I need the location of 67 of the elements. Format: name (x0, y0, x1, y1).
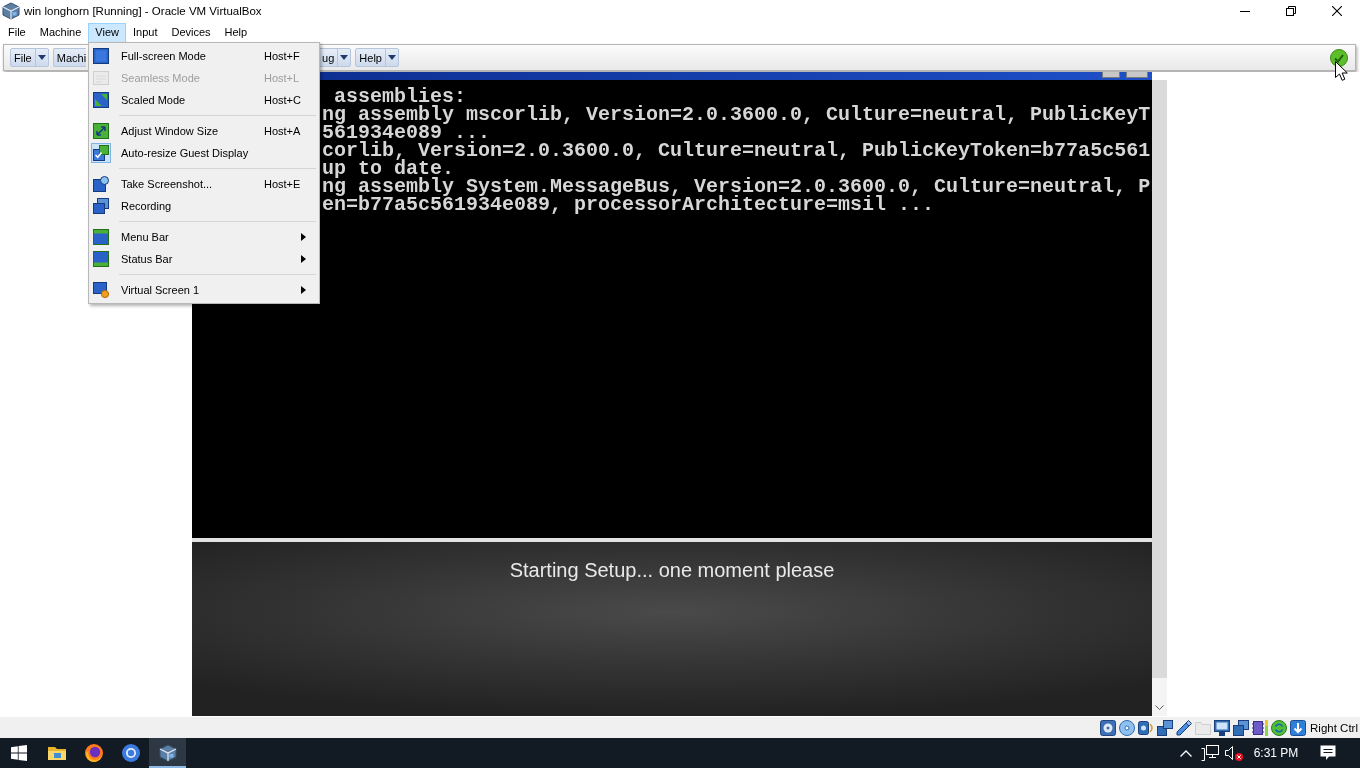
network-icon[interactable] (1157, 719, 1174, 736)
monitor-icon[interactable] (1214, 719, 1231, 736)
menu-item[interactable]: Virtual Screen 1 (89, 279, 319, 301)
muted-speaker-icon[interactable] (1225, 745, 1243, 761)
check-icon[interactable] (1330, 48, 1348, 67)
console-line: up to date. (322, 160, 455, 178)
circular-arrows-icon[interactable] (1271, 719, 1288, 736)
menu-item[interactable]: Auto-resize Guest Display (89, 142, 319, 164)
scroll-down-icon[interactable] (1155, 705, 1164, 710)
console-window-button[interactable] (1126, 72, 1148, 78)
console-line: ng assembly mscorlib, Version=2.0.3600.0, Culture=neutral, PublicKeyT (322, 106, 1151, 124)
console-line: assemblies: (333, 88, 467, 106)
cube-icon (158, 744, 177, 762)
console-line: 561934e089 ... (322, 124, 491, 142)
menu-item[interactable]: Full-screen Mode Host+F (89, 45, 319, 67)
submenu-arrow-icon (301, 255, 306, 263)
toolbar-menu-button[interactable]: ug (318, 48, 352, 67)
caret-icon (340, 55, 349, 60)
close-icon (1332, 6, 1342, 16)
submenu-arrow-icon (301, 233, 306, 241)
minimize-icon (1240, 10, 1250, 12)
stacked-windows-icon[interactable] (1233, 719, 1250, 736)
top-menu-title[interactable]: Help (217, 22, 255, 43)
top-menu-title[interactable]: Input (125, 22, 165, 43)
console-line: en=b77a5c561934e089, processorArchitecture=msil ... (322, 196, 935, 214)
window-title: win longhorn [Running] - Oracle VM VirtualBox (24, 5, 262, 17)
menu-item[interactable]: Scaled Mode Host+C (89, 89, 319, 111)
toolbar-menu-button[interactable]: File (10, 48, 49, 67)
speaker-icon[interactable] (1138, 719, 1155, 736)
caret-icon (37, 55, 46, 60)
toolbar-menu-button[interactable]: Machi (52, 48, 87, 67)
clock-time[interactable]: 6:31 PM (1246, 746, 1306, 760)
chip-icon[interactable] (1252, 719, 1269, 736)
menu-item[interactable]: Take Screenshot... Host+E (89, 173, 319, 195)
setup-message: Starting Setup... one moment please (509, 558, 835, 582)
shortcut-label: Host+L (263, 72, 300, 84)
cube-icon (2, 2, 20, 20)
windows-icon (11, 745, 27, 761)
console-window-button[interactable] (1102, 72, 1120, 78)
shortcut-label: Host+E (263, 178, 301, 190)
shortcut-label: Host+A (263, 125, 301, 137)
folder-icon (47, 745, 66, 761)
menu-item[interactable]: Adjust Window Size Host+A (89, 120, 319, 142)
top-menu-title[interactable]: Machine (32, 22, 89, 43)
shortcut-label: Host+C (263, 94, 301, 106)
console-line: ng assembly System.MessageBus, Version=2.0.3600.0, Culture=neutral, P (322, 178, 1151, 196)
menu-item[interactable]: Menu Bar (89, 226, 319, 248)
host-key-label: Right Ctrl (1310, 721, 1358, 734)
top-menu-title[interactable]: View (88, 22, 126, 43)
notification-icon[interactable] (1320, 745, 1336, 761)
pen-icon[interactable] (1176, 719, 1193, 736)
submenu-arrow-icon (301, 286, 306, 294)
network-icon[interactable] (1201, 745, 1219, 761)
console-line: corlib, Version=2.0.3600.0, Culture=neutral, PublicKeyToken=b77a5c561 (322, 142, 1151, 160)
restore-icon (1286, 6, 1296, 16)
menu-item[interactable]: Status Bar (89, 248, 319, 270)
menu-item[interactable]: Recording (89, 195, 319, 217)
taskbar-button[interactable] (149, 738, 186, 768)
top-menu-title[interactable]: File (1, 22, 33, 43)
caret-icon (387, 55, 396, 60)
shortcut-label: Host+F (263, 50, 300, 62)
toolbar-menu-button[interactable]: Help (355, 48, 399, 67)
chevron-up-icon[interactable] (1180, 749, 1192, 757)
disc-icon[interactable] (1119, 719, 1136, 736)
ring-icon (121, 744, 140, 762)
globe-icon (84, 744, 103, 762)
top-menu-title[interactable]: Devices (164, 22, 218, 43)
